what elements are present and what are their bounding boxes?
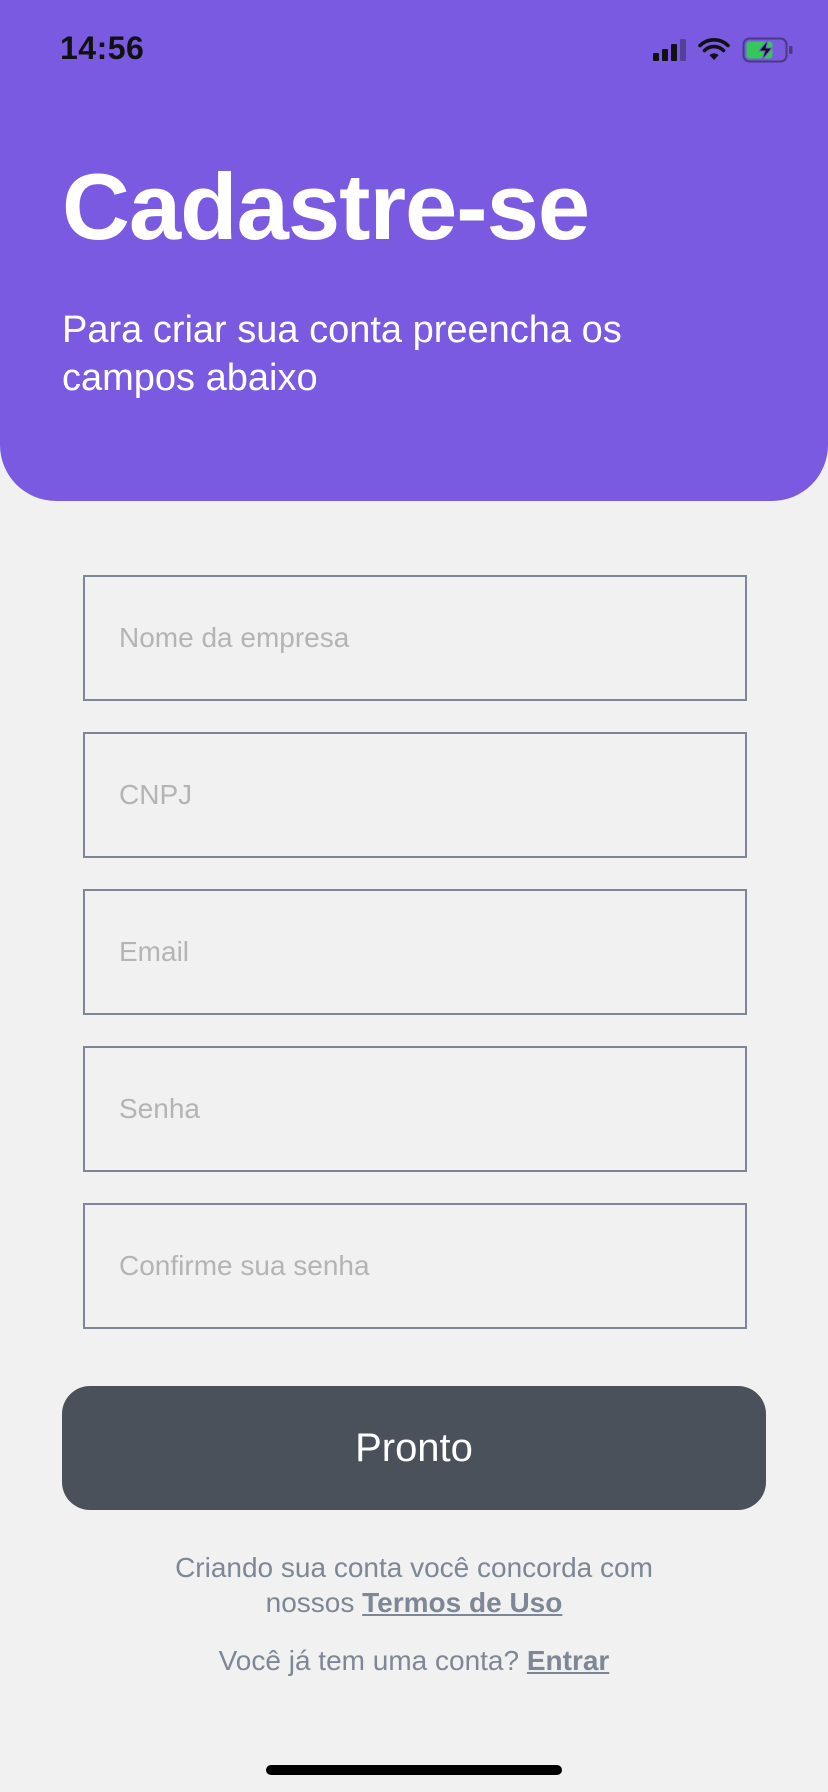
signup-screen: 14:56 Cadastre-se Para criar sua conta p…	[0, 0, 828, 1792]
page-title: Cadastre-se	[62, 154, 590, 259]
status-icons	[653, 36, 794, 64]
email-field[interactable]	[83, 889, 747, 1015]
home-indicator	[266, 1765, 562, 1775]
cnpj-field[interactable]	[83, 732, 747, 858]
confirm-password-field[interactable]	[83, 1203, 747, 1329]
terms-notice: Criando sua conta você concorda com noss…	[0, 1550, 828, 1620]
login-link[interactable]: Entrar	[527, 1645, 609, 1676]
login-prompt: Você já tem uma conta? Entrar	[0, 1643, 828, 1678]
page-subtitle: Para criar sua conta preencha os campos …	[62, 309, 622, 399]
password-field[interactable]	[83, 1046, 747, 1172]
company-name-field[interactable]	[83, 575, 747, 701]
signup-form	[83, 575, 747, 1360]
battery-charging-icon	[742, 37, 793, 63]
status-time: 14:56	[60, 30, 145, 66]
header-banner: 14:56 Cadastre-se Para criar sua conta p…	[0, 0, 828, 501]
wifi-icon	[698, 38, 730, 60]
submit-button[interactable]: Pronto	[62, 1386, 766, 1510]
terms-of-use-link[interactable]: Termos de Uso	[362, 1587, 562, 1618]
login-prompt-text: Você já tem uma conta?	[218, 1645, 527, 1676]
cellular-signal-icon	[653, 39, 686, 61]
